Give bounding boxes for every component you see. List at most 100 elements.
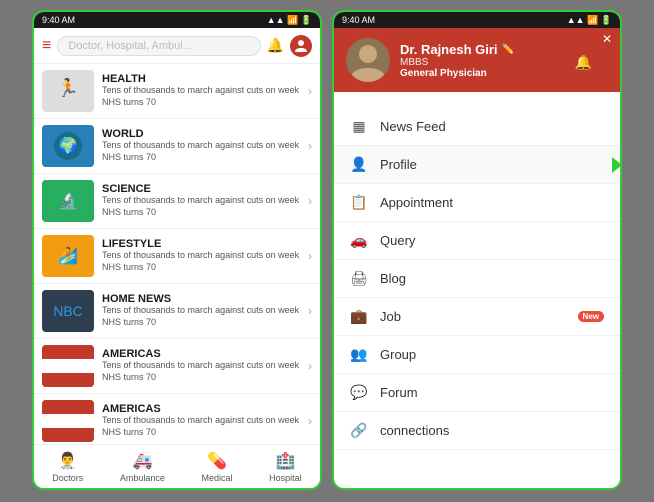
newsfeed-label: News Feed xyxy=(380,119,604,134)
signal-icons-right: ▲▲ 📶 🔋 xyxy=(567,15,612,26)
news-content-science: SCIENCE Tens of thousands to march again… xyxy=(102,183,300,218)
news-headline-health: Tens of thousands to march against cuts … xyxy=(102,85,300,108)
drawer-item-blog[interactable]: 🖨 Blog xyxy=(334,260,620,298)
svg-text:NBC: NBC xyxy=(53,303,83,319)
news-item-health[interactable]: 🏃 HEALTH Tens of thousands to march agai… xyxy=(34,64,320,119)
svg-text:🔬: 🔬 xyxy=(58,191,78,210)
close-icon[interactable]: ✕ xyxy=(602,32,612,46)
user-avatar-left[interactable] xyxy=(290,35,312,57)
time-left: 9:40 AM xyxy=(42,15,75,25)
query-icon: 🚗 xyxy=(350,232,368,249)
profile-label: Profile xyxy=(380,157,604,172)
nav-medical[interactable]: 💊 Medical xyxy=(202,451,233,483)
chevron-americas2: › xyxy=(308,414,312,428)
news-item-lifestyle[interactable]: 🏄 LIFESTYLE Tens of thousands to march a… xyxy=(34,229,320,284)
news-content-world: WORLD Tens of thousands to march against… xyxy=(102,128,300,163)
app-container: 9:40 AM ▲▲ 📶 🔋 ≡ Doctor, Hospital, Ambul… xyxy=(0,0,654,502)
search-placeholder: Doctor, Hospital, Ambul... xyxy=(68,40,192,52)
drawer-item-newsfeed[interactable]: ▦ News Feed xyxy=(334,108,620,146)
hamburger-icon[interactable]: ≡ xyxy=(42,37,51,55)
news-category-science: SCIENCE xyxy=(102,183,300,195)
appointment-icon: 📋 xyxy=(350,194,368,211)
blog-icon: 🖨 xyxy=(350,270,368,287)
news-content-homenews: HOME NEWS Tens of thousands to march aga… xyxy=(102,293,300,328)
news-category-world: WORLD xyxy=(102,128,300,140)
svg-text:🏄: 🏄 xyxy=(58,246,78,265)
nav-hospital[interactable]: 🏥 Hospital xyxy=(269,451,302,483)
ambulance-label: Ambulance xyxy=(120,473,165,483)
news-category-lifestyle: LIFESTYLE xyxy=(102,238,300,250)
drawer-item-connections[interactable]: 🔗 connections xyxy=(334,412,620,450)
hospital-icon: 🏥 xyxy=(275,451,295,471)
news-item-homenews[interactable]: NBC HOME NEWS Tens of thousands to march… xyxy=(34,284,320,339)
signal-icons-left: ▲▲ 📶 🔋 xyxy=(267,15,312,26)
hospital-label: Hospital xyxy=(269,473,302,483)
news-content-lifestyle: LIFESTYLE Tens of thousands to march aga… xyxy=(102,238,300,273)
news-thumb-science: 🔬 xyxy=(42,180,94,222)
news-item-americas1[interactable]: AMERICAS Tens of thousands to march agai… xyxy=(34,339,320,394)
drawer-item-job[interactable]: 💼 Job New xyxy=(334,298,620,336)
search-bar: ≡ Doctor, Hospital, Ambul... 🔔 xyxy=(34,28,320,64)
doctors-icon: 👨‍⚕️ xyxy=(58,451,78,471)
bell-icon-left[interactable]: 🔔 xyxy=(267,37,284,54)
drawer-item-group[interactable]: 👥 Group xyxy=(334,336,620,374)
nav-ambulance[interactable]: 🚑 Ambulance xyxy=(120,451,165,483)
edit-icon[interactable]: ✏️ xyxy=(502,44,514,55)
news-item-world[interactable]: 🌍 WORLD Tens of thousands to march again… xyxy=(34,119,320,174)
ambulance-icon: 🚑 xyxy=(132,451,152,471)
drawer-item-profile[interactable]: 👤 Profile xyxy=(334,146,620,184)
forum-icon: 💬 xyxy=(350,384,368,401)
news-headline-homenews: Tens of thousands to march against cuts … xyxy=(102,305,300,328)
newsfeed-icon: ▦ xyxy=(350,118,368,135)
drawer-item-forum[interactable]: 💬 Forum xyxy=(334,374,620,412)
news-thumb-americas2 xyxy=(42,400,94,442)
query-label: Query xyxy=(380,233,604,248)
chevron-lifestyle: › xyxy=(308,249,312,263)
bell-icon-right[interactable]: 🔔 xyxy=(575,54,592,71)
connections-label: connections xyxy=(380,423,604,438)
news-content-health: HEALTH Tens of thousands to march agains… xyxy=(102,73,300,108)
news-content-americas2: AMERICAS Tens of thousands to march agai… xyxy=(102,403,300,438)
news-category-homenews: HOME NEWS xyxy=(102,293,300,305)
group-icon: 👥 xyxy=(350,346,368,363)
search-input[interactable]: Doctor, Hospital, Ambul... xyxy=(57,36,260,56)
doctors-label: Doctors xyxy=(52,473,83,483)
chevron-health: › xyxy=(308,84,312,98)
drawer-item-appointment[interactable]: 📋 Appointment xyxy=(334,184,620,222)
phone-right: 9:40 AM ▲▲ 📶 🔋 Dr. Rajnesh Giri ✏️ MBBS … xyxy=(332,10,622,490)
news-headline-science: Tens of thousands to march against cuts … xyxy=(102,195,300,218)
news-category-health: HEALTH xyxy=(102,73,300,85)
drawer-menu: ▦ News Feed 👤 Profile 📋 Appointment 🚗 Qu… xyxy=(334,108,620,490)
nav-doctors[interactable]: 👨‍⚕️ Doctors xyxy=(52,451,83,483)
news-thumb-americas1 xyxy=(42,345,94,387)
phone-left: 9:40 AM ▲▲ 📶 🔋 ≡ Doctor, Hospital, Ambul… xyxy=(32,10,322,490)
group-label: Group xyxy=(380,347,604,362)
medical-icon: 💊 xyxy=(207,451,227,471)
news-thumb-lifestyle: 🏄 xyxy=(42,235,94,277)
news-thumb-health: 🏃 xyxy=(42,70,94,112)
new-badge-job: New xyxy=(578,311,604,322)
news-thumb-homenews: NBC xyxy=(42,290,94,332)
news-item-americas2[interactable]: AMERICAS Tens of thousands to march agai… xyxy=(34,394,320,444)
connections-icon: 🔗 xyxy=(350,422,368,439)
chevron-world: › xyxy=(308,139,312,153)
status-bar-left: 9:40 AM ▲▲ 📶 🔋 xyxy=(34,12,320,28)
drawer-header: Dr. Rajnesh Giri ✏️ MBBS General Physici… xyxy=(334,28,620,92)
job-icon: 💼 xyxy=(350,308,368,325)
profile-icon: 👤 xyxy=(350,156,368,173)
news-headline-lifestyle: Tens of thousands to march against cuts … xyxy=(102,250,300,273)
bottom-nav: 👨‍⚕️ Doctors 🚑 Ambulance 💊 Medical 🏥 Hos… xyxy=(34,444,320,488)
chevron-science: › xyxy=(308,194,312,208)
status-bar-right: 9:40 AM ▲▲ 📶 🔋 xyxy=(334,12,620,28)
svg-text:🏃: 🏃 xyxy=(57,77,79,98)
profile-arrow-indicator xyxy=(612,157,620,173)
news-content-americas1: AMERICAS Tens of thousands to march agai… xyxy=(102,348,300,383)
news-headline-americas2: Tens of thousands to march against cuts … xyxy=(102,415,300,438)
news-item-science[interactable]: 🔬 SCIENCE Tens of thousands to march aga… xyxy=(34,174,320,229)
news-category-americas2: AMERICAS xyxy=(102,403,300,415)
doctor-avatar xyxy=(346,38,390,82)
news-list: 🏃 HEALTH Tens of thousands to march agai… xyxy=(34,64,320,444)
drawer-item-query[interactable]: 🚗 Query xyxy=(334,222,620,260)
svg-text:🌍: 🌍 xyxy=(58,136,78,155)
chevron-homenews: › xyxy=(308,304,312,318)
